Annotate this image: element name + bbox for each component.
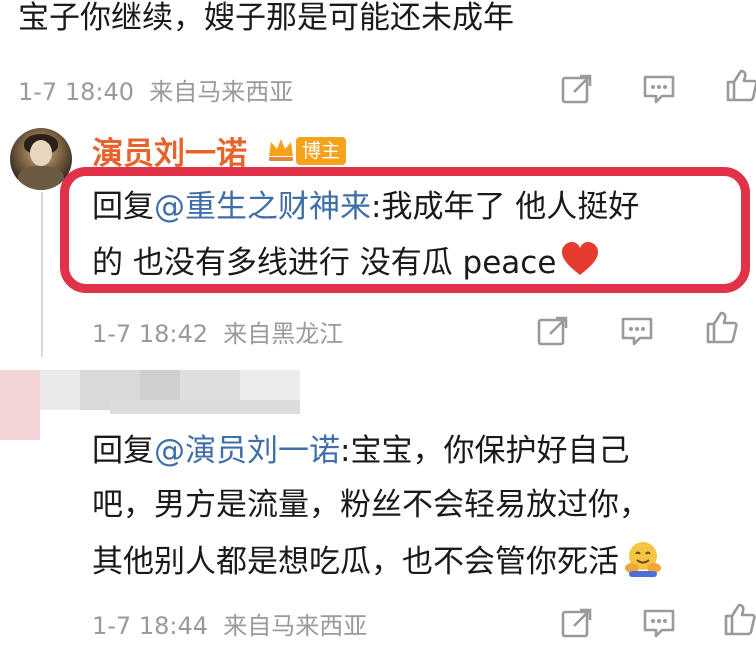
- reply-time: 1-7 18:42: [92, 320, 208, 348]
- reply-prefix: 回复: [92, 189, 154, 225]
- reply-text: :我成年了 他人挺好: [371, 189, 640, 225]
- comment-icon[interactable]: [642, 72, 676, 106]
- second-reply-time: 1-7 18:44: [92, 612, 208, 640]
- blogger-badge: 博主: [296, 137, 347, 165]
- second-reply-meta: 1-7 18:44 来自马来西亚: [92, 606, 367, 641]
- share-icon[interactable]: [536, 314, 570, 348]
- hugging-face-emoji-icon: [623, 538, 663, 589]
- reply-text-cont: 的 也没有多线进行 没有瓜 peace: [92, 245, 557, 281]
- heart-emoji-icon: [560, 241, 600, 288]
- share-icon[interactable]: [560, 72, 594, 106]
- second-reply-text: :宝宝，你保护好自己: [340, 433, 630, 469]
- second-reply-line-1: 回复@演员刘一诺:宝宝，你保护好自己: [92, 430, 629, 472]
- second-reply-text-3: 其他别人都是想吃瓜，也不会管你死活: [92, 544, 619, 580]
- comment-icon[interactable]: [642, 606, 676, 640]
- thread-line: [41, 192, 43, 357]
- mention-link[interactable]: @重生之财神来: [154, 189, 371, 225]
- reply-text-line-1: 回复@重生之财神来:我成年了 他人挺好: [92, 186, 639, 228]
- share-icon[interactable]: [560, 606, 594, 640]
- crown-icon: [266, 134, 296, 164]
- second-reply-source: 来自马来西亚: [223, 612, 368, 640]
- redacted-strip: [110, 400, 300, 414]
- comment-icon[interactable]: [620, 314, 654, 348]
- second-reply-line-3: 其他别人都是想吃瓜，也不会管你死活: [92, 538, 663, 589]
- comment-time: 1-7 18:40: [18, 78, 134, 106]
- second-reply-line-2: 吧，男方是流量，粉丝不会轻易放过你，: [92, 487, 650, 523]
- second-reply-prefix: 回复: [92, 433, 154, 469]
- like-icon[interactable]: [704, 310, 738, 344]
- like-icon[interactable]: [724, 68, 756, 102]
- comment-source: 来自马来西亚: [149, 78, 294, 106]
- comment-text: 宝子你继续，嫂子那是可能还未成年: [18, 0, 514, 36]
- reply-meta: 1-7 18:42 来自黑龙江: [92, 314, 343, 349]
- reply-text-line-2: 的 也没有多线进行 没有瓜 peace: [92, 241, 600, 288]
- mention-link[interactable]: @演员刘一诺: [154, 433, 340, 469]
- reply-source: 来自黑龙江: [223, 320, 344, 348]
- redacted-avatar: [0, 370, 40, 440]
- like-icon[interactable]: [722, 602, 756, 636]
- comment-meta: 1-7 18:40 来自马来西亚: [18, 72, 293, 107]
